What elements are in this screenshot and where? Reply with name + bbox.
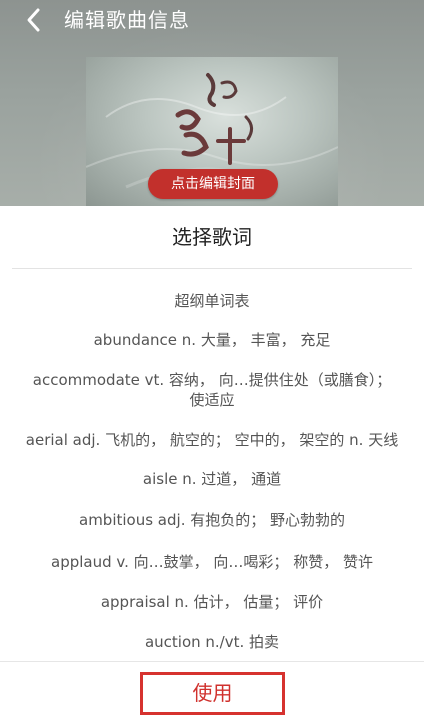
list-item[interactable]: applaud v. 向…鼓掌， 向…喝彩； 称赞， 赞许	[14, 552, 410, 572]
list-item[interactable]: accommodate vt. 容纳， 向…提供住处（或膳食）； 使适应	[14, 370, 410, 410]
list-item[interactable]: 超纲单词表	[14, 291, 410, 311]
list-item[interactable]: ambitious adj. 有抱负的； 野心勃勃的	[14, 510, 410, 530]
list-item[interactable]: aisle n. 过道， 通道	[14, 469, 410, 489]
back-button[interactable]	[18, 4, 50, 36]
list-item[interactable]: appraisal n. 估计， 估量； 评价	[14, 592, 410, 612]
album-cover[interactable]: 点击编辑封面	[86, 57, 338, 206]
list-item[interactable]: abundance n. 大量， 丰富， 充足	[14, 330, 410, 350]
lyrics-list[interactable]: 超纲单词表 abundance n. 大量， 丰富， 充足 accommodat…	[0, 269, 424, 661]
list-item[interactable]: auction n./vt. 拍卖	[14, 632, 410, 652]
lyrics-sheet: 选择歌词 超纲单词表 abundance n. 大量， 丰富， 充足 accom…	[0, 206, 424, 718]
page-title: 编辑歌曲信息	[64, 8, 190, 32]
edit-cover-button[interactable]: 点击编辑封面	[148, 169, 278, 199]
sheet-title: 选择歌词	[172, 225, 252, 249]
top-bar: 编辑歌曲信息	[0, 0, 424, 40]
divider	[0, 661, 424, 662]
list-item[interactable]: aerial adj. 飞机的， 航空的； 空中的， 架空的 n. 天线	[14, 430, 410, 450]
chevron-left-icon	[27, 8, 40, 32]
use-button[interactable]: 使用	[140, 672, 285, 715]
